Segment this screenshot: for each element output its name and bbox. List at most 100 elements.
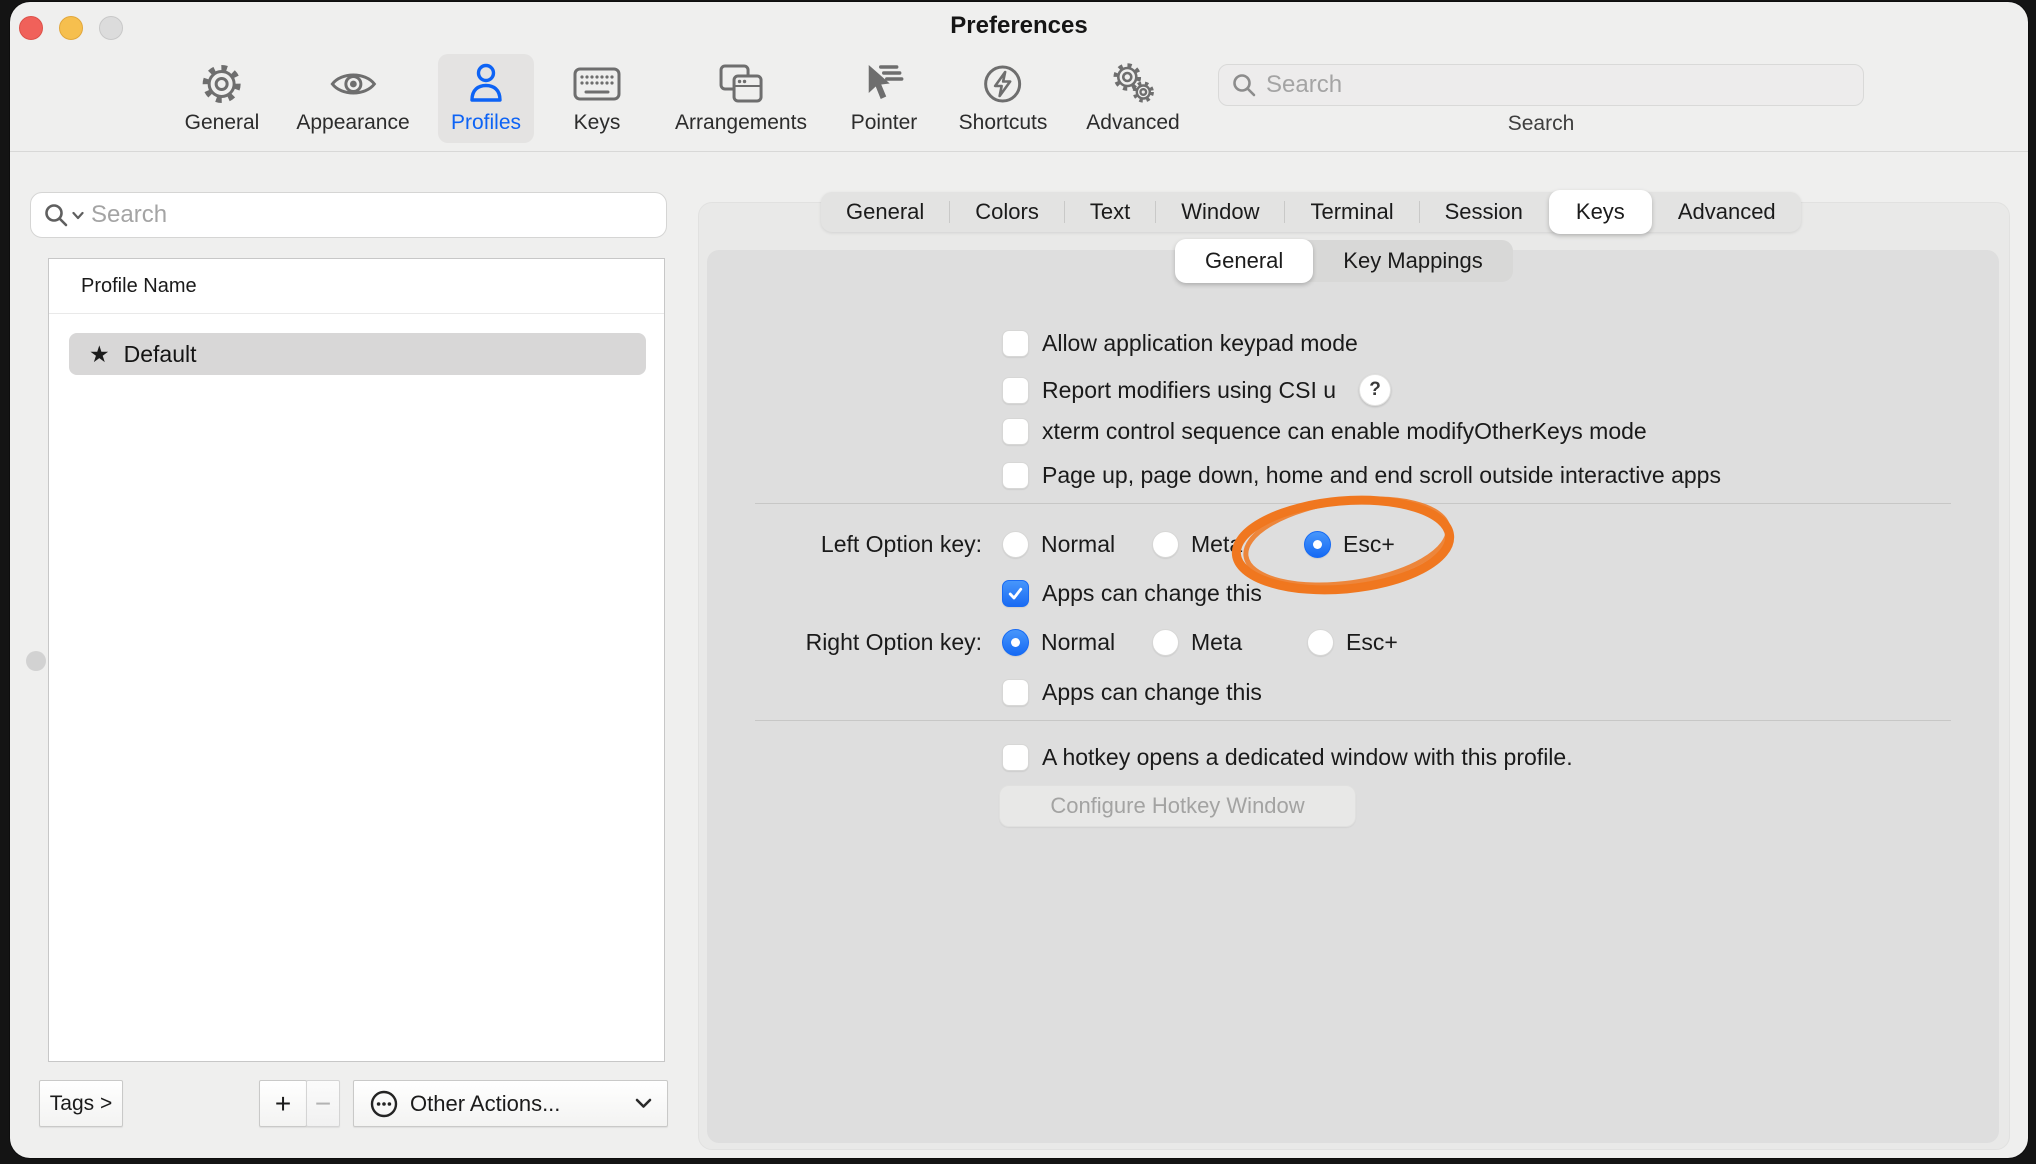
radio-right-normal: Normal — [1002, 629, 1115, 656]
toolbar-item-label: Shortcuts — [959, 111, 1048, 135]
toolbar-item-label: Advanced — [1086, 111, 1179, 135]
radio-left-meta: Meta — [1152, 531, 1242, 558]
section-divider — [755, 503, 1951, 504]
person-icon — [465, 61, 507, 107]
radio-right-esc: Esc+ — [1307, 629, 1398, 656]
radio-button[interactable] — [1002, 531, 1029, 558]
tags-button[interactable]: Tags > — [39, 1080, 123, 1127]
preferences-window: Preferences General Appearance Profiles — [10, 2, 2028, 1158]
checkbox-label: xterm control sequence can enable modify… — [1042, 418, 1647, 445]
toolbar-item-label: General — [185, 111, 260, 135]
gears-icon — [1109, 61, 1157, 107]
screen: Preferences General Appearance Profiles — [0, 0, 2036, 1164]
modify-other-keys-checkbox[interactable] — [1002, 418, 1029, 445]
tab-window[interactable]: Window — [1156, 192, 1284, 232]
checkbox-row: xterm control sequence can enable modify… — [1002, 418, 1647, 445]
remove-profile-button[interactable]: − — [306, 1080, 340, 1127]
toolbar-divider — [10, 151, 2028, 152]
tab-advanced[interactable]: Advanced — [1653, 192, 1801, 232]
checkbox-label: Apps can change this — [1042, 679, 1262, 706]
toolbar-item-shortcuts[interactable]: Shortcuts — [946, 54, 1061, 143]
toolbar-item-label: Pointer — [851, 111, 918, 135]
tab-general[interactable]: General — [821, 192, 949, 232]
checkbox-row: Allow application keypad mode — [1002, 330, 1358, 357]
search-scope-icon — [43, 202, 84, 229]
toolbar-item-label: Arrangements — [675, 111, 807, 135]
checkbox-label: Report modifiers using CSI u — [1042, 377, 1336, 404]
search-placeholder: Search — [1266, 71, 1342, 99]
window-title: Preferences — [10, 12, 2028, 40]
gear-icon — [201, 61, 243, 107]
csi-u-checkbox[interactable] — [1002, 377, 1029, 404]
checkbox-row: Apps can change this — [1002, 580, 1262, 607]
tab-colors[interactable]: Colors — [950, 192, 1064, 232]
toolbar-item-advanced[interactable]: Advanced — [1073, 54, 1192, 143]
eye-icon — [329, 61, 377, 107]
keys-subtab-bar: General Key Mappings — [1175, 240, 1513, 282]
radio-label: Esc+ — [1343, 531, 1395, 558]
bolt-circle-icon — [982, 61, 1024, 107]
radio-label: Meta — [1191, 629, 1242, 656]
checkbox-row: Apps can change this — [1002, 679, 1262, 706]
toolbar-item-arrangements[interactable]: Arrangements — [662, 54, 820, 143]
profile-search-field[interactable]: Search — [30, 192, 667, 238]
toolbar-search-field[interactable]: Search — [1218, 64, 1864, 106]
tab-keys[interactable]: Keys — [1549, 190, 1652, 234]
chevron-down-icon — [635, 1098, 652, 1109]
hotkey-window-checkbox[interactable] — [1002, 744, 1029, 771]
checkbox-row: A hotkey opens a dedicated window with t… — [1002, 744, 1573, 771]
profile-list-header: Profile Name — [81, 275, 197, 298]
toolbar-item-label: Appearance — [296, 111, 409, 135]
star-icon: ★ — [89, 343, 110, 366]
checkbox-row: Report modifiers using CSI u ? — [1002, 374, 1391, 406]
search-icon — [1231, 72, 1257, 98]
radio-button-selected[interactable] — [1304, 531, 1331, 558]
add-profile-button[interactable]: + — [259, 1080, 307, 1127]
profile-list: Profile Name ★ Default — [48, 258, 665, 1062]
toolbar-search-caption: Search — [1218, 112, 1864, 136]
keyboard-icon — [573, 61, 621, 107]
tab-session[interactable]: Session — [1420, 192, 1548, 232]
radio-button-selected[interactable] — [1002, 629, 1029, 656]
section-divider — [755, 720, 1951, 721]
radio-label: Normal — [1041, 629, 1115, 656]
other-actions-label: Other Actions... — [410, 1091, 560, 1117]
toolbar-item-pointer[interactable]: Pointer — [838, 54, 931, 143]
radio-button[interactable] — [1152, 531, 1179, 558]
cursor-icon — [862, 61, 906, 107]
left-apps-can-change-checkbox[interactable] — [1002, 580, 1029, 607]
splitter-dot — [26, 651, 46, 671]
other-actions-dropdown[interactable]: Other Actions... — [353, 1080, 668, 1127]
right-apps-can-change-checkbox[interactable] — [1002, 679, 1029, 706]
toolbar-item-profiles[interactable]: Profiles — [438, 54, 534, 143]
radio-button[interactable] — [1307, 629, 1334, 656]
configure-hotkey-window-button[interactable]: Configure Hotkey Window — [999, 785, 1356, 827]
profile-name: Default — [124, 341, 197, 368]
radio-label: Esc+ — [1346, 629, 1398, 656]
radio-label: Normal — [1041, 531, 1115, 558]
subtab-key-mappings[interactable]: Key Mappings — [1313, 240, 1512, 282]
checkbox-label: Apps can change this — [1042, 580, 1262, 607]
allow-keypad-checkbox[interactable] — [1002, 330, 1029, 357]
radio-left-esc: Esc+ — [1304, 531, 1395, 558]
toolbar-item-label: Profiles — [451, 111, 521, 135]
page-scroll-checkbox[interactable] — [1002, 462, 1029, 489]
profile-row-default[interactable]: ★ Default — [69, 333, 646, 375]
toolbar-item-appearance[interactable]: Appearance — [283, 54, 422, 143]
help-button[interactable]: ? — [1359, 374, 1391, 406]
toolbar-item-general[interactable]: General — [172, 54, 273, 143]
toolbar-item-keys[interactable]: Keys — [560, 54, 634, 143]
tab-terminal[interactable]: Terminal — [1285, 192, 1418, 232]
subtab-general[interactable]: General — [1175, 239, 1313, 283]
profile-tab-bar: General Colors Text Window Terminal Sess… — [821, 192, 1801, 232]
radio-label: Meta — [1191, 531, 1242, 558]
list-header-divider — [49, 313, 664, 314]
toolbar-item-label: Keys — [574, 111, 621, 135]
tab-text[interactable]: Text — [1065, 192, 1155, 232]
checkbox-label: A hotkey opens a dedicated window with t… — [1042, 744, 1573, 771]
ellipsis-circle-icon — [369, 1089, 399, 1119]
windows-icon — [718, 61, 764, 107]
radio-right-meta: Meta — [1152, 629, 1242, 656]
radio-left-normal: Normal — [1002, 531, 1115, 558]
radio-button[interactable] — [1152, 629, 1179, 656]
